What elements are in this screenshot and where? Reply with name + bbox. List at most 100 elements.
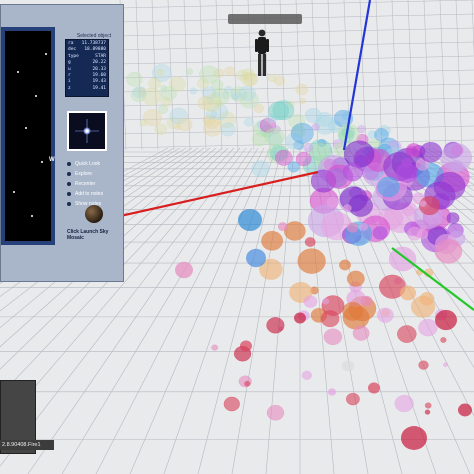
data-bubble	[244, 117, 254, 127]
data-bubble	[418, 318, 438, 337]
data-bubble	[261, 230, 284, 251]
data-bubble	[401, 157, 413, 168]
data-bubble	[360, 295, 373, 307]
data-bubble	[220, 122, 236, 137]
grid-line	[423, 0, 431, 151]
info-row: z 19.41	[68, 86, 106, 92]
data-bubble	[156, 68, 165, 76]
data-bubble	[342, 301, 364, 321]
grid-line	[119, 41, 474, 51]
bullet-icon	[67, 192, 71, 196]
data-bubble	[287, 161, 300, 173]
data-bubble	[359, 222, 369, 231]
data-bubble	[299, 97, 307, 105]
data-bubble	[251, 160, 270, 178]
data-bubble	[240, 340, 252, 352]
data-bubble	[244, 380, 251, 387]
data-bubble	[303, 295, 318, 308]
data-bubble	[440, 337, 447, 343]
data-bubble	[446, 212, 460, 224]
data-bubble	[435, 309, 457, 331]
data-bubble	[273, 75, 286, 86]
data-bubble	[231, 92, 240, 101]
data-bubble	[189, 87, 198, 95]
data-bubble	[158, 105, 168, 114]
data-bubble	[266, 317, 285, 334]
data-bubble	[400, 285, 416, 301]
data-bubble	[160, 96, 172, 107]
bullet-icon	[67, 182, 71, 186]
grid-line	[119, 0, 474, 9]
data-bubble	[240, 71, 257, 87]
sky-globe-icon[interactable]	[85, 205, 103, 223]
data-bubble	[148, 77, 161, 90]
data-bubble	[397, 325, 417, 343]
data-bubble	[424, 402, 432, 409]
data-bubble	[224, 66, 236, 77]
data-bubble	[294, 312, 306, 324]
data-bubble	[132, 86, 146, 98]
data-bubble	[175, 261, 193, 279]
action-list: Quick Look Explore Recenter Add to notes Sho…	[67, 159, 123, 209]
data-bubble	[376, 307, 394, 323]
object-thumbnail[interactable]	[67, 111, 107, 151]
grid-line	[455, 0, 463, 151]
data-bubble	[328, 388, 336, 396]
data-bubble	[203, 119, 222, 137]
data-bubble	[303, 143, 314, 153]
compass-west-label: W	[49, 157, 55, 163]
data-bubble	[342, 360, 354, 372]
data-bubble	[419, 200, 427, 207]
action-item[interactable]: Explore	[67, 169, 123, 179]
data-bubble	[343, 204, 352, 213]
data-bubble	[268, 101, 289, 121]
sky-map-view[interactable]: W	[1, 27, 55, 245]
data-bubble	[304, 107, 322, 123]
data-bubble	[160, 85, 167, 92]
data-bubble	[297, 248, 326, 274]
data-bubble	[238, 85, 256, 102]
data-bubble	[346, 222, 359, 233]
data-bubble	[433, 171, 466, 201]
data-bubble	[394, 394, 414, 413]
data-bubble	[290, 122, 314, 144]
data-bubble	[372, 226, 388, 240]
action-item[interactable]: Add to notes	[67, 189, 123, 199]
data-bubble	[283, 221, 306, 241]
data-bubble	[320, 310, 340, 328]
data-bubble	[323, 328, 343, 346]
sky-map-panel: W Selected object ra 11.738737 dec 18.89880…	[0, 4, 124, 282]
data-bubble	[202, 94, 222, 112]
data-bubble	[196, 77, 209, 89]
data-bubble	[326, 196, 339, 208]
data-bubble	[374, 128, 389, 142]
bullet-icon	[67, 162, 71, 166]
location-bar[interactable]: 2.8.90408.Fire1	[0, 440, 54, 450]
action-item[interactable]: Quick Look	[67, 159, 123, 169]
data-bubble	[238, 208, 262, 232]
data-bubble	[339, 259, 351, 271]
grid-line	[119, 69, 474, 79]
avatar-name-tag[interactable]	[228, 14, 302, 24]
grid-line	[119, 55, 474, 65]
data-bubble	[345, 392, 360, 406]
info-key: z	[68, 85, 71, 91]
grid-line	[231, 147, 289, 474]
action-item[interactable]: Recenter	[67, 179, 123, 189]
data-bubble	[185, 68, 194, 76]
data-bubble	[304, 237, 316, 247]
data-bubble	[434, 238, 463, 264]
data-bubble	[301, 370, 313, 380]
data-bubble	[295, 83, 309, 96]
launch-label[interactable]: Click Launch Sky Mosaic	[67, 229, 123, 241]
grid-line	[265, 147, 295, 474]
info-value: 19.41	[92, 85, 106, 91]
bullet-icon	[67, 172, 71, 176]
data-bubble	[418, 360, 429, 370]
data-bubble	[342, 163, 363, 182]
data-bubble	[368, 382, 380, 394]
data-bubble	[352, 325, 370, 341]
action-label: Recenter	[75, 181, 96, 187]
data-bubble	[246, 248, 266, 268]
data-bubble	[401, 426, 427, 450]
